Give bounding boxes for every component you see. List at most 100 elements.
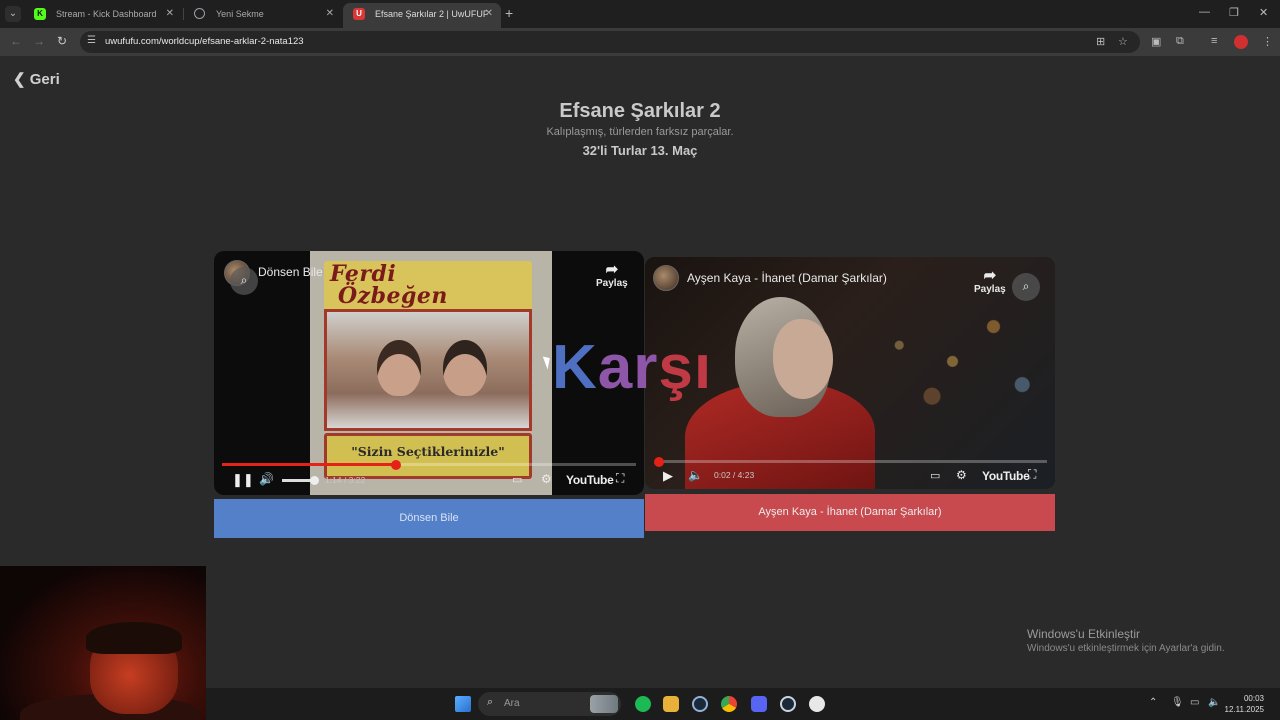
search-highlight-image [590,695,618,713]
youtube-logo[interactable]: YouTube [982,469,1030,483]
search-placeholder: Ara [504,698,520,709]
subtitles-icon[interactable]: ▭ [930,469,940,482]
media-controls-icon[interactable]: ≡ [1211,35,1217,47]
chrome-icon [194,8,205,19]
menu-kebab-icon[interactable]: ⋮ [1262,35,1273,48]
windows-activation-text: Windows'u etkinleştirmek için Ayarlar'a … [1027,643,1225,654]
singer-face [443,340,487,396]
subtitles-icon[interactable]: ▭ [512,473,522,486]
page-subtitle: Kalıplaşmış, türlerden farksız parçalar. [546,126,734,138]
fullscreen-icon[interactable]: ⛶ [616,471,624,486]
address-bar[interactable]: ☰ uwufufu.com/worldcup/efsane-arklar-2-n… [80,31,1140,53]
page-title: Efsane Şarkılar 2 [559,100,721,122]
chevron-left-icon: ❮ [13,71,26,88]
progress-scrubber[interactable] [653,456,664,467]
album-banner-text: "Sizin Seçtiklerinizle" [351,444,505,459]
steam-icon[interactable] [692,696,708,712]
taskbar-clock[interactable]: 00:03 12.11.2025 [1224,693,1264,715]
taskbar-search[interactable]: ⌕ Ara [478,692,621,716]
back-link[interactable]: ❮ Geri [13,70,60,88]
zoom-in-icon[interactable]: ⌕ [230,267,258,295]
progress-fill [222,463,396,466]
fullscreen-icon[interactable]: ⛶ [1028,467,1036,482]
video-time: 1:14 / 3:22 [325,475,366,485]
settings-gear-icon[interactable]: ⚙ [541,472,552,486]
video-title[interactable]: Dönsen Bile [258,265,323,279]
windows-taskbar: ⌕ Ara ⌃ 🎙 ▭ 🔈 00:03 12.11.2025 [206,688,1280,720]
versus-letter: şı [658,333,713,402]
chevron-up-icon[interactable]: ⌃ [1149,697,1157,708]
singer-face [377,340,421,396]
browser-tabstrip: ⌄ K Stream - Kick Dashboard ✕ Yeni Sekme… [0,0,1280,28]
tab-new-tab[interactable]: Yeni Sekme ✕ [184,3,342,28]
share-label: Paylaş [974,284,1006,295]
close-tab-icon[interactable]: ✕ [326,3,334,25]
play-icon[interactable]: ▶ [663,468,673,484]
back-label: Geri [29,71,60,88]
webcam-overlay [0,566,206,720]
tab-title: Efsane Şarkılar 2 | UwUFUF [375,9,489,19]
restore-icon[interactable]: ❐ [1229,6,1239,19]
back-arrow-icon[interactable]: ← [10,34,22,48]
versus-label: Karşı [552,336,712,400]
video-progress-bar[interactable] [653,456,1047,467]
youtube-logo[interactable]: YouTube [566,473,614,487]
choose-right-button[interactable]: Ayşen Kaya - İhanet (Damar Şarkılar) [645,494,1055,531]
volume-icon[interactable]: 🔈 [688,468,703,482]
settings-gear-icon[interactable]: ⚙ [956,468,967,482]
tab-title: Stream - Kick Dashboard [56,9,157,19]
bookmark-star-icon[interactable]: ☆ [1118,35,1128,48]
round-label: 32'li Turlar 13. Maç [582,143,698,158]
volume-slider[interactable] [310,476,319,485]
album-artist-name: Ferdi Özbeğen [330,263,448,307]
tab-uwufufu[interactable]: U Efsane Şarkılar 2 | UwUFUF ✕ [343,3,501,28]
share-icon: ➦ [983,267,997,284]
speaker-icon[interactable]: 🔈 [1208,697,1220,708]
kick-icon: K [34,8,46,20]
zoom-in-icon[interactable]: ⌕ [1012,273,1040,301]
video-title[interactable]: Ayşen Kaya - İhanet (Damar Şarkılar) [687,271,887,285]
forward-arrow-icon[interactable]: → [33,34,45,48]
choose-left-button[interactable]: Dönsen Bile [214,499,644,538]
url-text[interactable]: uwufufu.com/worldcup/efsane-arklar-2-nat… [105,36,304,47]
microphone-icon[interactable]: 🎙 [1171,697,1184,708]
share-button[interactable]: ➦ Paylaş [974,266,1006,295]
site-info-icon[interactable]: ☰ [87,35,96,46]
close-window-icon[interactable]: ✕ [1259,6,1268,19]
steam-icon[interactable] [780,696,796,712]
extensions-puzzle-icon[interactable]: ⧉ [1176,35,1184,48]
share-button[interactable]: ➦ Paylaş [596,260,628,289]
share-label: Paylaş [596,278,628,289]
new-tab-button[interactable]: + [505,5,513,21]
spotify-icon[interactable] [635,696,651,712]
file-explorer-icon[interactable] [663,696,679,712]
close-tab-icon[interactable]: ✕ [485,3,493,25]
network-icon[interactable]: ▭ [1190,697,1199,708]
browser-toolbar: ← → ↻ ☰ uwufufu.com/worldcup/efsane-arkl… [0,28,1280,56]
tab-title: Yeni Sekme [216,9,264,19]
profile-avatar[interactable] [1234,35,1248,49]
extension-icon[interactable]: ▣ [1151,35,1161,48]
windows-activation-title: Windows'u Etkinleştir [1027,627,1140,641]
channel-avatar[interactable] [653,265,679,291]
progress-scrubber[interactable] [390,459,401,470]
search-icon: ⌕ [487,696,494,708]
minimize-icon[interactable]: — [1199,6,1210,18]
tab-kick-dashboard[interactable]: K Stream - Kick Dashboard ✕ [24,3,182,28]
clock-date: 12.11.2025 [1224,705,1264,714]
close-tab-icon[interactable]: ✕ [166,3,174,25]
clock-time: 00:03 [1243,694,1264,703]
share-icon: ➦ [605,261,619,278]
translate-icon[interactable]: ⊞ [1096,35,1105,48]
discord-icon[interactable] [751,696,767,712]
reload-icon[interactable]: ↻ [57,34,67,48]
singer-face [773,319,833,399]
volume-icon[interactable]: 🔊 [259,472,274,486]
app-icon[interactable] [809,696,825,712]
pause-icon[interactable]: ❚❚ [232,472,254,488]
album-artist-line2: Özbeğen [338,283,448,309]
windows-start-icon[interactable] [455,696,471,712]
chrome-icon[interactable] [721,696,737,712]
video-progress-bar[interactable] [222,459,636,470]
tab-search-button[interactable]: ⌄ [5,6,21,22]
